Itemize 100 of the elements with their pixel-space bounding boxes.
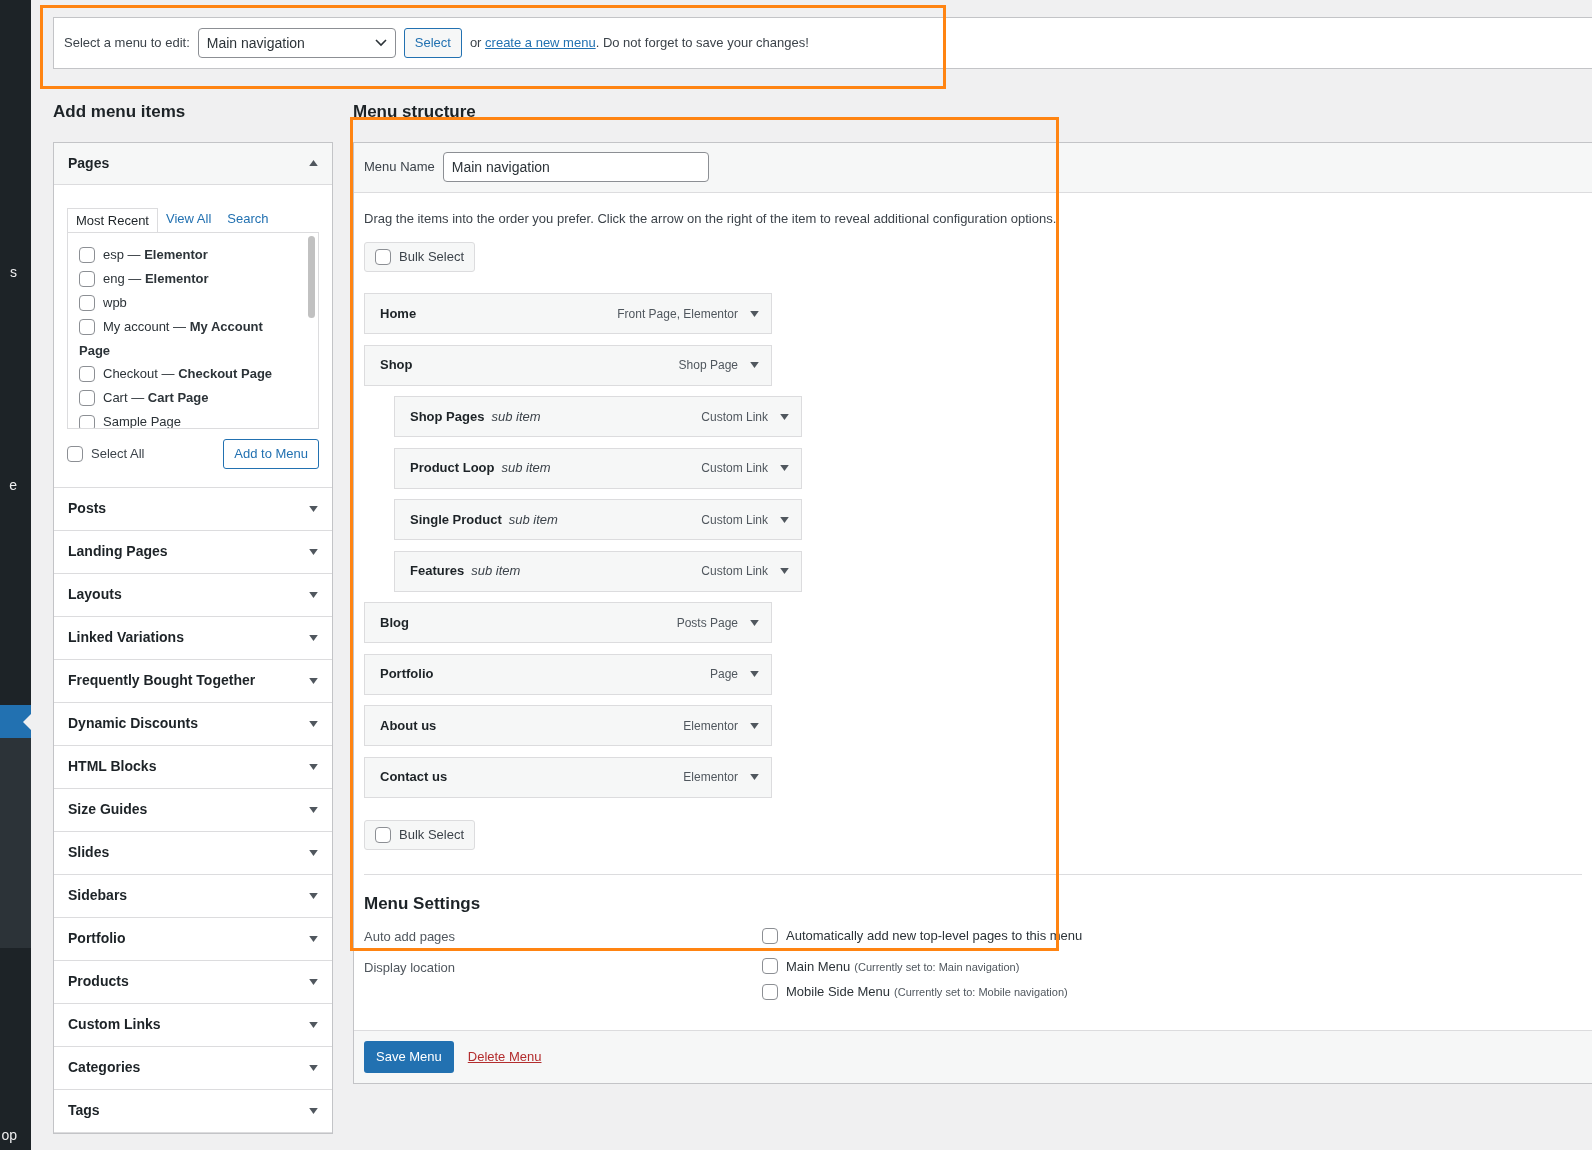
checkbox[interactable] (79, 295, 95, 312)
page-option[interactable]: esp — Elementor (79, 242, 296, 267)
setting-label: Display location (364, 958, 457, 977)
menu-item-note: sub item (501, 459, 551, 478)
setting-option-label[interactable]: Mobile Side Menu (Currently set to: Mobile navigation) (786, 982, 1068, 1002)
caret-icon[interactable] (309, 160, 318, 166)
bulk-select-button[interactable]: Bulk Select (364, 242, 476, 272)
panel-tab[interactable]: Most Recent (67, 207, 158, 233)
delete-menu-link[interactable]: Delete Menu (467, 1046, 542, 1067)
caret-icon[interactable] (309, 935, 318, 942)
menu-item[interactable]: Product Loop sub item Custom Link (394, 447, 802, 489)
caret-icon[interactable] (750, 774, 759, 780)
active-menu-item[interactable] (0, 705, 31, 738)
save-menu-button[interactable]: Save Menu (364, 1040, 454, 1073)
chevron-down-icon[interactable] (374, 39, 387, 47)
setting-option-label[interactable]: Main Menu (Currently set to: Main navigation) (786, 956, 1020, 976)
menu-item[interactable]: Home Front Page, Elementor (364, 293, 772, 334)
caret-icon[interactable] (309, 720, 318, 727)
select-button[interactable]: Select (403, 28, 462, 58)
page-option[interactable]: Cart — Cart Page (79, 385, 296, 410)
add-to-menu-button[interactable]: Add to Menu (223, 438, 319, 469)
menu-item[interactable]: About us Elementor (364, 705, 772, 746)
menu-item-title: Features (410, 562, 465, 581)
caret-icon[interactable] (309, 1107, 318, 1114)
menu-item[interactable]: Features sub item Custom Link (394, 550, 802, 592)
page-option[interactable]: Checkout — Checkout Page (79, 361, 296, 386)
menu-item-title: Contact us (380, 768, 448, 787)
menu-item-title: Shop (380, 356, 413, 375)
caret-icon[interactable] (309, 849, 318, 856)
caret-icon[interactable] (309, 548, 318, 555)
checkbox[interactable] (79, 247, 95, 264)
page-option[interactable]: eng — Elementor (79, 266, 296, 291)
menu-name-field[interactable]: Main navigation (442, 152, 709, 182)
menu-item[interactable]: Shop Pages sub item Custom Link (394, 396, 802, 437)
caret-icon[interactable] (780, 568, 789, 574)
caret-icon[interactable] (780, 516, 789, 523)
menu-item-type: Elementor (683, 717, 738, 735)
panel-tab[interactable]: Search (219, 206, 277, 232)
menu-item[interactable]: Single Product sub item Custom Link (394, 499, 802, 540)
menu-item-type: Elementor (683, 769, 738, 786)
caret-icon[interactable] (750, 722, 759, 729)
checkbox[interactable] (762, 927, 778, 944)
create-menu-link[interactable]: create a new menu (485, 35, 596, 51)
menu-item[interactable]: Contact us Elementor (364, 756, 772, 798)
menu-item[interactable]: Blog Posts Page (364, 602, 772, 643)
checkbox[interactable] (762, 983, 778, 1000)
menu-item-title: Product Loop (410, 459, 495, 478)
menu-name-label: Menu Name (364, 158, 435, 177)
checkbox[interactable] (375, 826, 391, 843)
sidebar-label[interactable]: op (1, 1128, 17, 1142)
create-menu-hint: or create a new menu. Do not forget to save your changes! (469, 34, 809, 53)
caret-icon[interactable] (309, 505, 318, 512)
sidebar-label[interactable]: s (10, 265, 17, 279)
menu-item-note: sub item (491, 407, 541, 426)
page-option[interactable]: My account — My Account Page (79, 314, 296, 362)
menu-item-title: Single Product (410, 510, 502, 529)
menu-item-title: Shop Pages (410, 407, 485, 426)
bulk-select-button[interactable]: Bulk Select (364, 819, 476, 850)
menu-dropdown[interactable]: Main navigation (197, 28, 396, 58)
caret-icon[interactable] (780, 465, 789, 471)
caret-icon[interactable] (309, 1021, 318, 1028)
caret-icon[interactable] (750, 619, 759, 626)
caret-icon[interactable] (750, 671, 759, 677)
menu-item-type: Shop Page (678, 357, 738, 374)
menu-item-note: sub item (471, 562, 521, 581)
checkbox[interactable] (375, 249, 391, 265)
caret-icon[interactable] (309, 978, 318, 985)
select-menu-label: Select a menu to edit: (64, 34, 190, 53)
scrollbar[interactable] (308, 235, 315, 318)
caret-icon[interactable] (309, 1064, 318, 1071)
menu-item-title: Home (380, 304, 417, 323)
caret-icon[interactable] (309, 677, 318, 684)
caret-icon[interactable] (750, 310, 759, 317)
checkbox[interactable] (79, 414, 95, 428)
menu-item-type: Custom Link (701, 511, 768, 529)
menu-item-type: Page (709, 666, 738, 683)
accordion-header[interactable]: Pages (54, 142, 332, 185)
section-heading: Add menu items (53, 101, 187, 123)
menu-item[interactable]: Shop Shop Page (364, 344, 772, 386)
panel-tab[interactable]: View All (158, 206, 220, 232)
checkbox[interactable] (79, 319, 95, 336)
menu-item[interactable]: Portfolio Page (364, 653, 772, 695)
caret-icon[interactable] (309, 806, 318, 813)
page-option[interactable]: wpb (79, 290, 296, 315)
checkbox[interactable] (79, 390, 95, 407)
select-all-label[interactable]: Select All (91, 443, 145, 464)
checkbox[interactable] (79, 271, 95, 288)
checkbox[interactable] (762, 958, 778, 975)
caret-icon[interactable] (750, 362, 759, 368)
menu-item-type: Custom Link (701, 460, 768, 477)
caret-icon[interactable] (309, 634, 318, 641)
checkbox[interactable] (79, 366, 95, 383)
caret-icon[interactable] (780, 413, 789, 420)
caret-icon[interactable] (309, 763, 318, 770)
checkbox[interactable] (67, 445, 83, 462)
sidebar-label[interactable]: e (9, 478, 17, 492)
menu-item-title: About us (380, 716, 437, 735)
section-heading: Menu structure (353, 101, 477, 123)
caret-icon[interactable] (309, 591, 318, 598)
caret-icon[interactable] (309, 892, 318, 899)
